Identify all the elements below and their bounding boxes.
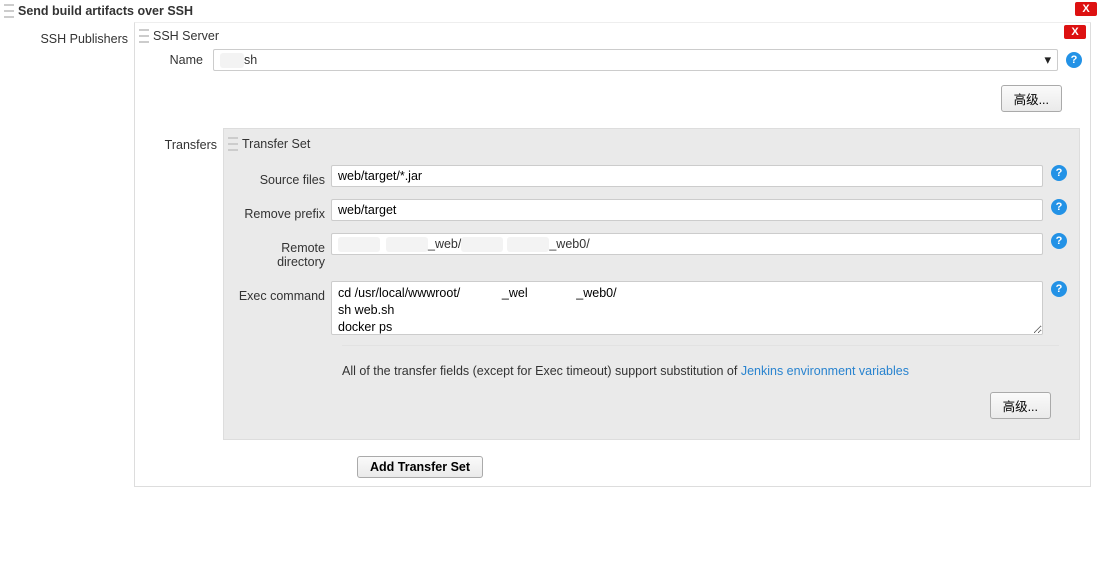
jenkins-env-vars-link[interactable]: Jenkins environment variables — [741, 364, 909, 378]
help-icon[interactable]: ? — [1066, 52, 1082, 68]
chevron-down-icon: ▾ — [1044, 52, 1051, 68]
remove-server-button[interactable]: X — [1064, 25, 1086, 39]
server-advanced-button[interactable]: 高级... — [1001, 85, 1062, 112]
redacted-text — [338, 237, 380, 252]
help-icon[interactable]: ? — [1051, 233, 1067, 249]
transfer-advanced-button[interactable]: 高级... — [990, 392, 1051, 419]
hint-text: All of the transfer fields (except for E… — [342, 364, 741, 378]
section-title: Send build artifacts over SSH — [18, 4, 193, 18]
drag-handle-icon[interactable] — [228, 137, 238, 151]
server-name-value-suffix: sh — [244, 53, 257, 67]
section-header: Send build artifacts over SSH X — [0, 0, 1101, 22]
remote-dir-frag1: _web/ — [428, 237, 461, 251]
drag-handle-icon[interactable] — [4, 4, 14, 18]
redacted-text — [220, 53, 244, 68]
help-icon[interactable]: ? — [1051, 165, 1067, 181]
remove-section-button[interactable]: X — [1075, 2, 1097, 16]
source-files-label: Source files — [236, 165, 331, 187]
exec-command-textarea[interactable] — [331, 281, 1043, 335]
redacted-text — [386, 237, 428, 252]
add-transfer-set-button[interactable]: Add Transfer Set — [357, 456, 483, 478]
remove-prefix-input[interactable] — [331, 199, 1043, 221]
help-icon[interactable]: ? — [1051, 199, 1067, 215]
drag-handle-icon[interactable] — [139, 29, 149, 43]
ssh-publisher-box: SSH Server X Name sh ▾ ? 高级... Transfe — [134, 22, 1091, 487]
transfer-set-box: Transfer Set Source files ? Remove prefi… — [223, 128, 1080, 440]
remote-directory-label: Remote directory — [236, 233, 331, 269]
server-name-label: Name — [143, 53, 203, 67]
source-files-input[interactable] — [331, 165, 1043, 187]
remote-directory-input[interactable]: _web/ _web0/ — [331, 233, 1043, 255]
help-icon[interactable]: ? — [1051, 281, 1067, 297]
ssh-server-title: SSH Server — [153, 29, 219, 43]
ssh-publishers-label: SSH Publishers — [0, 22, 134, 487]
transfer-set-title: Transfer Set — [242, 137, 310, 151]
ssh-server-header: SSH Server X — [135, 23, 1090, 45]
remove-prefix-label: Remove prefix — [236, 199, 331, 221]
server-name-select[interactable]: sh ▾ — [213, 49, 1058, 71]
transfers-label: Transfers — [135, 128, 223, 440]
transfer-hint: All of the transfer fields (except for E… — [224, 346, 1079, 384]
redacted-text — [507, 237, 549, 252]
exec-command-label: Exec command — [236, 281, 331, 303]
redacted-text — [461, 237, 503, 252]
remote-dir-frag2: _web0/ — [549, 237, 589, 251]
